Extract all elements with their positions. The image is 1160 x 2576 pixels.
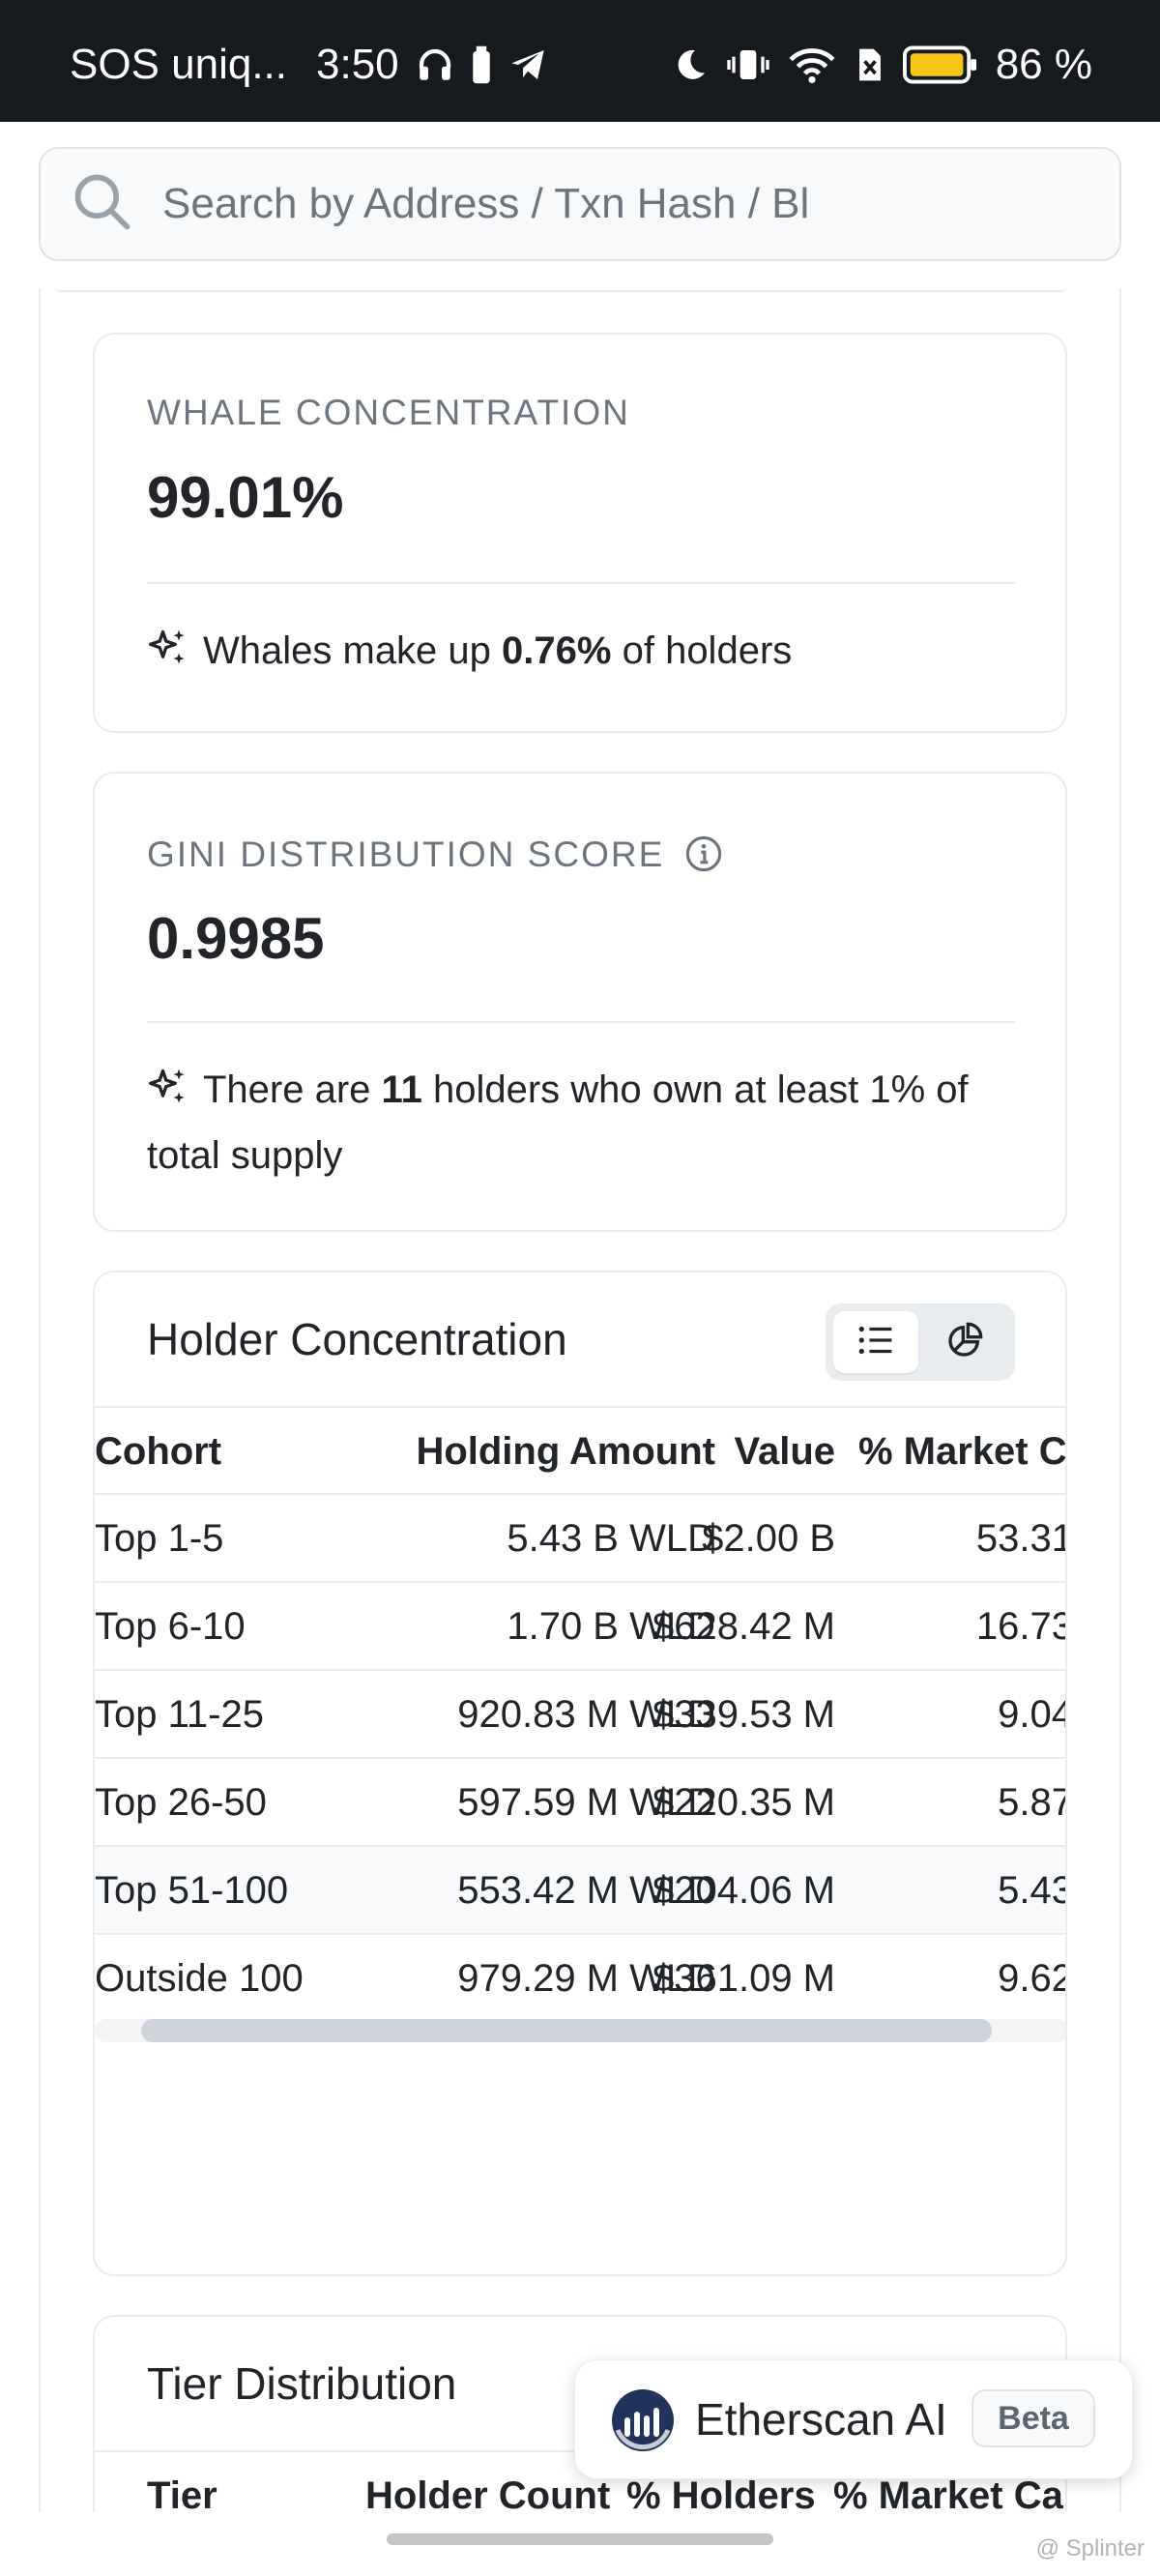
battery-saver-icon (471, 44, 492, 85)
headphones-icon (415, 44, 455, 85)
table-row: Top 26-50 597.59 M WLD $220.35 M 5.87 (95, 1757, 1067, 1845)
chart-view-button[interactable] (922, 1311, 1007, 1373)
table-row: Top 6-10 1.70 B WLD $628.42 M 16.73 (95, 1581, 1067, 1669)
whale-note-prefix: Whales make up (203, 629, 491, 672)
moon-icon (671, 45, 710, 84)
cohort-cell: Top 26-50 (95, 1781, 267, 1824)
cohort-cell: Top 11-25 (95, 1693, 264, 1736)
table-header-row: Cohort Holding Amount Value % Market Ca (95, 1406, 1065, 1495)
etherscan-ai-label: Etherscan AI (695, 2394, 947, 2444)
tier-distribution-title: Tier Distribution (147, 2358, 457, 2409)
market-cap-cell: 9.62 (998, 1957, 1067, 2000)
beta-badge: Beta (972, 2389, 1095, 2447)
carrier-label: SOS uniq... (70, 41, 288, 88)
table-row: Top 11-25 920.83 M WLD $339.53 M 9.04 (95, 1669, 1067, 1757)
previous-card-edge (54, 286, 1067, 292)
value-cell: $2.00 B (702, 1517, 835, 1560)
value-cell: $204.06 M (652, 1869, 835, 1912)
whale-concentration-card: WHALE CONCENTRATION 99.01% Whales make u… (93, 333, 1067, 733)
holding-amount-cell: 5.43 B WLD (507, 1517, 715, 1560)
column-header-holding-amount[interactable]: Holding Amount (416, 1408, 715, 1495)
whale-note-percent: 0.76% (502, 629, 612, 672)
vibrate-icon (727, 45, 769, 84)
wifi-icon (787, 45, 837, 84)
gini-label: GINI DISTRIBUTION SCORE (147, 834, 665, 874)
view-toggle (826, 1303, 1015, 1381)
whale-concentration-label: WHALE CONCENTRATION (147, 393, 630, 432)
table-row: Top 1-5 5.43 B WLD $2.00 B 53.31 (95, 1493, 1067, 1581)
gini-note-prefix: There are (203, 1068, 371, 1111)
gini-note: There are 11 holders who own at least 1%… (147, 1060, 1007, 1186)
market-cap-cell: 5.43 (998, 1869, 1067, 1912)
scrollbar-thumb[interactable] (141, 2019, 992, 2042)
value-cell: $339.53 M (652, 1693, 835, 1736)
value-cell: $361.09 M (652, 1957, 835, 2000)
column-header-value[interactable]: Value (734, 1408, 835, 1495)
table-row: Top 51-100 553.42 M WLD $204.06 M 5.43 (95, 1845, 1067, 1933)
gini-value: 0.9985 (147, 906, 325, 971)
holder-concentration-table: Cohort Holding Amount Value % Market Ca … (95, 1406, 1067, 2021)
etherscan-ai-button[interactable]: Etherscan AI Beta (574, 2359, 1133, 2479)
whale-concentration-note: Whales make up 0.76% of holders (147, 621, 1007, 687)
whale-concentration-value: 99.01% (147, 465, 344, 530)
table-horizontal-scrollbar[interactable] (95, 2019, 1065, 2042)
value-cell: $628.42 M (652, 1605, 835, 1648)
watermark: @ Splinter (1035, 2535, 1145, 2561)
battery-level: 86 % (995, 41, 1092, 88)
table-row: Outside 100 979.29 M WLD $361.09 M 9.62 (95, 1933, 1067, 2021)
column-header-cohort[interactable]: Cohort (95, 1408, 221, 1495)
cohort-cell: Top 6-10 (95, 1605, 246, 1648)
clock: 3:50 (316, 41, 399, 88)
market-cap-cell: 53.31 (975, 1517, 1067, 1560)
search-icon (70, 169, 135, 240)
search-input[interactable] (162, 180, 1032, 228)
market-cap-cell: 5.87 (998, 1781, 1067, 1824)
gini-distribution-card: GINI DISTRIBUTION SCORE 0.9985 There are… (93, 772, 1067, 1232)
telegram-icon (508, 45, 548, 84)
search-header (0, 122, 1160, 288)
pie-chart-icon (945, 1321, 984, 1364)
card-divider (147, 1021, 1015, 1023)
battery-icon (902, 45, 978, 84)
whale-note-suffix: of holders (622, 629, 793, 672)
cohort-cell: Top 51-100 (95, 1869, 289, 1912)
list-icon (856, 1323, 895, 1362)
holder-concentration-title: Holder Concentration (147, 1314, 567, 1364)
column-header-market-cap[interactable]: % Market Ca (858, 1408, 1065, 1495)
value-cell: $220.35 M (652, 1781, 835, 1824)
etherscan-logo-icon (610, 2387, 676, 2453)
cohort-cell: Outside 100 (95, 1957, 304, 2000)
card-divider (147, 582, 1015, 584)
search-box[interactable] (39, 147, 1121, 261)
sparkle-icon (147, 627, 189, 687)
info-icon[interactable] (683, 834, 724, 883)
home-indicator[interactable] (387, 2533, 773, 2545)
no-sim-icon (855, 45, 885, 84)
gini-label-row: GINI DISTRIBUTION SCORE (147, 834, 724, 883)
list-view-button[interactable] (833, 1311, 918, 1373)
cohort-cell: Top 1-5 (95, 1517, 224, 1560)
sparkle-icon (147, 1066, 189, 1126)
gini-note-count: 11 (381, 1068, 422, 1111)
market-cap-cell: 9.04 (998, 1693, 1067, 1736)
holder-concentration-card: Holder Concentration Cohort Holding Amou… (93, 1271, 1067, 2276)
status-bar: SOS uniq... 3:50 86 % (0, 0, 1160, 122)
market-cap-cell: 16.73 (975, 1605, 1067, 1648)
